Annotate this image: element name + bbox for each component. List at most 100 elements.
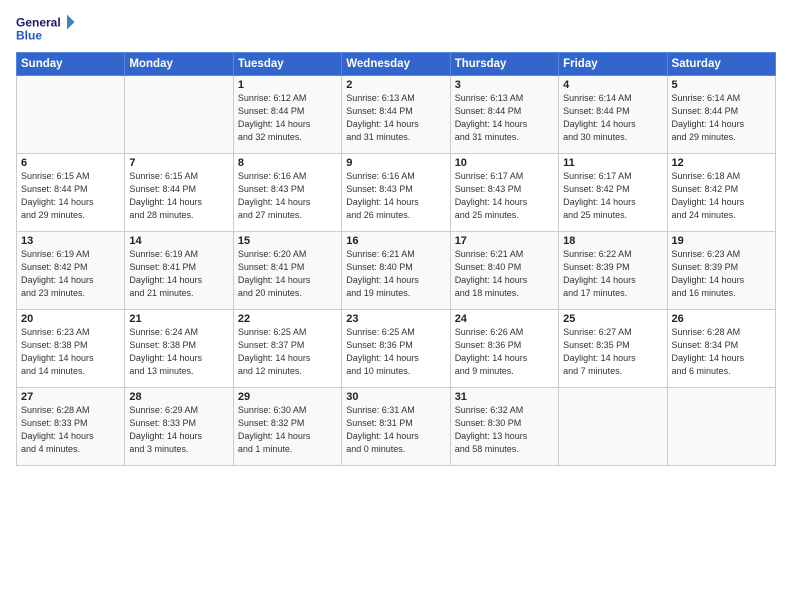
day-detail: Sunrise: 6:19 AM Sunset: 8:41 PM Dayligh… (129, 248, 228, 300)
svg-text:General: General (16, 16, 61, 30)
calendar-cell: 22Sunrise: 6:25 AM Sunset: 8:37 PM Dayli… (233, 310, 341, 388)
day-number: 2 (346, 79, 445, 91)
calendar-cell (17, 76, 125, 154)
header-saturday: Saturday (667, 53, 775, 76)
calendar-cell: 17Sunrise: 6:21 AM Sunset: 8:40 PM Dayli… (450, 232, 558, 310)
day-number: 16 (346, 235, 445, 247)
day-number: 18 (563, 235, 662, 247)
day-detail: Sunrise: 6:30 AM Sunset: 8:32 PM Dayligh… (238, 404, 337, 456)
day-number: 31 (455, 391, 554, 403)
header-tuesday: Tuesday (233, 53, 341, 76)
day-detail: Sunrise: 6:25 AM Sunset: 8:36 PM Dayligh… (346, 326, 445, 378)
day-number: 20 (21, 313, 120, 325)
svg-text:Blue: Blue (16, 28, 42, 42)
header-sunday: Sunday (17, 53, 125, 76)
calendar-week-5: 27Sunrise: 6:28 AM Sunset: 8:33 PM Dayli… (17, 388, 776, 466)
day-number: 26 (672, 313, 771, 325)
calendar-cell: 20Sunrise: 6:23 AM Sunset: 8:38 PM Dayli… (17, 310, 125, 388)
calendar-cell (125, 76, 233, 154)
day-number: 23 (346, 313, 445, 325)
calendar-week-2: 6Sunrise: 6:15 AM Sunset: 8:44 PM Daylig… (17, 154, 776, 232)
day-number: 24 (455, 313, 554, 325)
calendar-cell: 14Sunrise: 6:19 AM Sunset: 8:41 PM Dayli… (125, 232, 233, 310)
day-detail: Sunrise: 6:14 AM Sunset: 8:44 PM Dayligh… (672, 92, 771, 144)
calendar-cell: 23Sunrise: 6:25 AM Sunset: 8:36 PM Dayli… (342, 310, 450, 388)
day-number: 29 (238, 391, 337, 403)
calendar-cell: 11Sunrise: 6:17 AM Sunset: 8:42 PM Dayli… (559, 154, 667, 232)
calendar-cell: 21Sunrise: 6:24 AM Sunset: 8:38 PM Dayli… (125, 310, 233, 388)
day-detail: Sunrise: 6:13 AM Sunset: 8:44 PM Dayligh… (346, 92, 445, 144)
day-detail: Sunrise: 6:18 AM Sunset: 8:42 PM Dayligh… (672, 170, 771, 222)
calendar-cell: 1Sunrise: 6:12 AM Sunset: 8:44 PM Daylig… (233, 76, 341, 154)
calendar-cell (559, 388, 667, 466)
calendar-cell: 4Sunrise: 6:14 AM Sunset: 8:44 PM Daylig… (559, 76, 667, 154)
calendar-cell: 19Sunrise: 6:23 AM Sunset: 8:39 PM Dayli… (667, 232, 775, 310)
header-monday: Monday (125, 53, 233, 76)
day-number: 30 (346, 391, 445, 403)
header-friday: Friday (559, 53, 667, 76)
calendar-cell: 5Sunrise: 6:14 AM Sunset: 8:44 PM Daylig… (667, 76, 775, 154)
day-detail: Sunrise: 6:15 AM Sunset: 8:44 PM Dayligh… (129, 170, 228, 222)
day-number: 6 (21, 157, 120, 169)
calendar-cell: 27Sunrise: 6:28 AM Sunset: 8:33 PM Dayli… (17, 388, 125, 466)
header-thursday: Thursday (450, 53, 558, 76)
calendar-cell: 26Sunrise: 6:28 AM Sunset: 8:34 PM Dayli… (667, 310, 775, 388)
calendar-cell: 13Sunrise: 6:19 AM Sunset: 8:42 PM Dayli… (17, 232, 125, 310)
day-number: 13 (21, 235, 120, 247)
day-number: 12 (672, 157, 771, 169)
calendar-cell: 18Sunrise: 6:22 AM Sunset: 8:39 PM Dayli… (559, 232, 667, 310)
day-detail: Sunrise: 6:14 AM Sunset: 8:44 PM Dayligh… (563, 92, 662, 144)
day-detail: Sunrise: 6:21 AM Sunset: 8:40 PM Dayligh… (455, 248, 554, 300)
logo: General Blue (16, 10, 76, 46)
calendar-cell: 30Sunrise: 6:31 AM Sunset: 8:31 PM Dayli… (342, 388, 450, 466)
day-number: 10 (455, 157, 554, 169)
calendar-cell: 12Sunrise: 6:18 AM Sunset: 8:42 PM Dayli… (667, 154, 775, 232)
day-number: 9 (346, 157, 445, 169)
day-detail: Sunrise: 6:27 AM Sunset: 8:35 PM Dayligh… (563, 326, 662, 378)
calendar-cell: 31Sunrise: 6:32 AM Sunset: 8:30 PM Dayli… (450, 388, 558, 466)
day-detail: Sunrise: 6:28 AM Sunset: 8:33 PM Dayligh… (21, 404, 120, 456)
day-number: 17 (455, 235, 554, 247)
calendar-cell: 3Sunrise: 6:13 AM Sunset: 8:44 PM Daylig… (450, 76, 558, 154)
calendar-cell: 2Sunrise: 6:13 AM Sunset: 8:44 PM Daylig… (342, 76, 450, 154)
day-number: 5 (672, 79, 771, 91)
day-detail: Sunrise: 6:12 AM Sunset: 8:44 PM Dayligh… (238, 92, 337, 144)
calendar-week-1: 1Sunrise: 6:12 AM Sunset: 8:44 PM Daylig… (17, 76, 776, 154)
day-number: 3 (455, 79, 554, 91)
calendar-cell: 8Sunrise: 6:16 AM Sunset: 8:43 PM Daylig… (233, 154, 341, 232)
day-number: 15 (238, 235, 337, 247)
calendar-cell (667, 388, 775, 466)
day-detail: Sunrise: 6:16 AM Sunset: 8:43 PM Dayligh… (238, 170, 337, 222)
calendar-cell: 10Sunrise: 6:17 AM Sunset: 8:43 PM Dayli… (450, 154, 558, 232)
calendar-cell: 29Sunrise: 6:30 AM Sunset: 8:32 PM Dayli… (233, 388, 341, 466)
day-detail: Sunrise: 6:26 AM Sunset: 8:36 PM Dayligh… (455, 326, 554, 378)
calendar-week-4: 20Sunrise: 6:23 AM Sunset: 8:38 PM Dayli… (17, 310, 776, 388)
day-detail: Sunrise: 6:32 AM Sunset: 8:30 PM Dayligh… (455, 404, 554, 456)
day-detail: Sunrise: 6:23 AM Sunset: 8:38 PM Dayligh… (21, 326, 120, 378)
day-detail: Sunrise: 6:19 AM Sunset: 8:42 PM Dayligh… (21, 248, 120, 300)
calendar-header-row: SundayMondayTuesdayWednesdayThursdayFrid… (17, 53, 776, 76)
day-number: 25 (563, 313, 662, 325)
day-detail: Sunrise: 6:21 AM Sunset: 8:40 PM Dayligh… (346, 248, 445, 300)
day-detail: Sunrise: 6:16 AM Sunset: 8:43 PM Dayligh… (346, 170, 445, 222)
day-number: 28 (129, 391, 228, 403)
header: General Blue (16, 10, 776, 46)
day-detail: Sunrise: 6:15 AM Sunset: 8:44 PM Dayligh… (21, 170, 120, 222)
calendar-cell: 9Sunrise: 6:16 AM Sunset: 8:43 PM Daylig… (342, 154, 450, 232)
day-number: 27 (21, 391, 120, 403)
day-detail: Sunrise: 6:20 AM Sunset: 8:41 PM Dayligh… (238, 248, 337, 300)
calendar-cell: 7Sunrise: 6:15 AM Sunset: 8:44 PM Daylig… (125, 154, 233, 232)
day-detail: Sunrise: 6:24 AM Sunset: 8:38 PM Dayligh… (129, 326, 228, 378)
day-detail: Sunrise: 6:23 AM Sunset: 8:39 PM Dayligh… (672, 248, 771, 300)
header-wednesday: Wednesday (342, 53, 450, 76)
day-detail: Sunrise: 6:28 AM Sunset: 8:34 PM Dayligh… (672, 326, 771, 378)
day-number: 14 (129, 235, 228, 247)
calendar-cell: 24Sunrise: 6:26 AM Sunset: 8:36 PM Dayli… (450, 310, 558, 388)
calendar-cell: 16Sunrise: 6:21 AM Sunset: 8:40 PM Dayli… (342, 232, 450, 310)
day-number: 7 (129, 157, 228, 169)
day-detail: Sunrise: 6:17 AM Sunset: 8:43 PM Dayligh… (455, 170, 554, 222)
day-detail: Sunrise: 6:29 AM Sunset: 8:33 PM Dayligh… (129, 404, 228, 456)
day-number: 4 (563, 79, 662, 91)
logo-svg: General Blue (16, 10, 76, 46)
calendar-cell: 28Sunrise: 6:29 AM Sunset: 8:33 PM Dayli… (125, 388, 233, 466)
